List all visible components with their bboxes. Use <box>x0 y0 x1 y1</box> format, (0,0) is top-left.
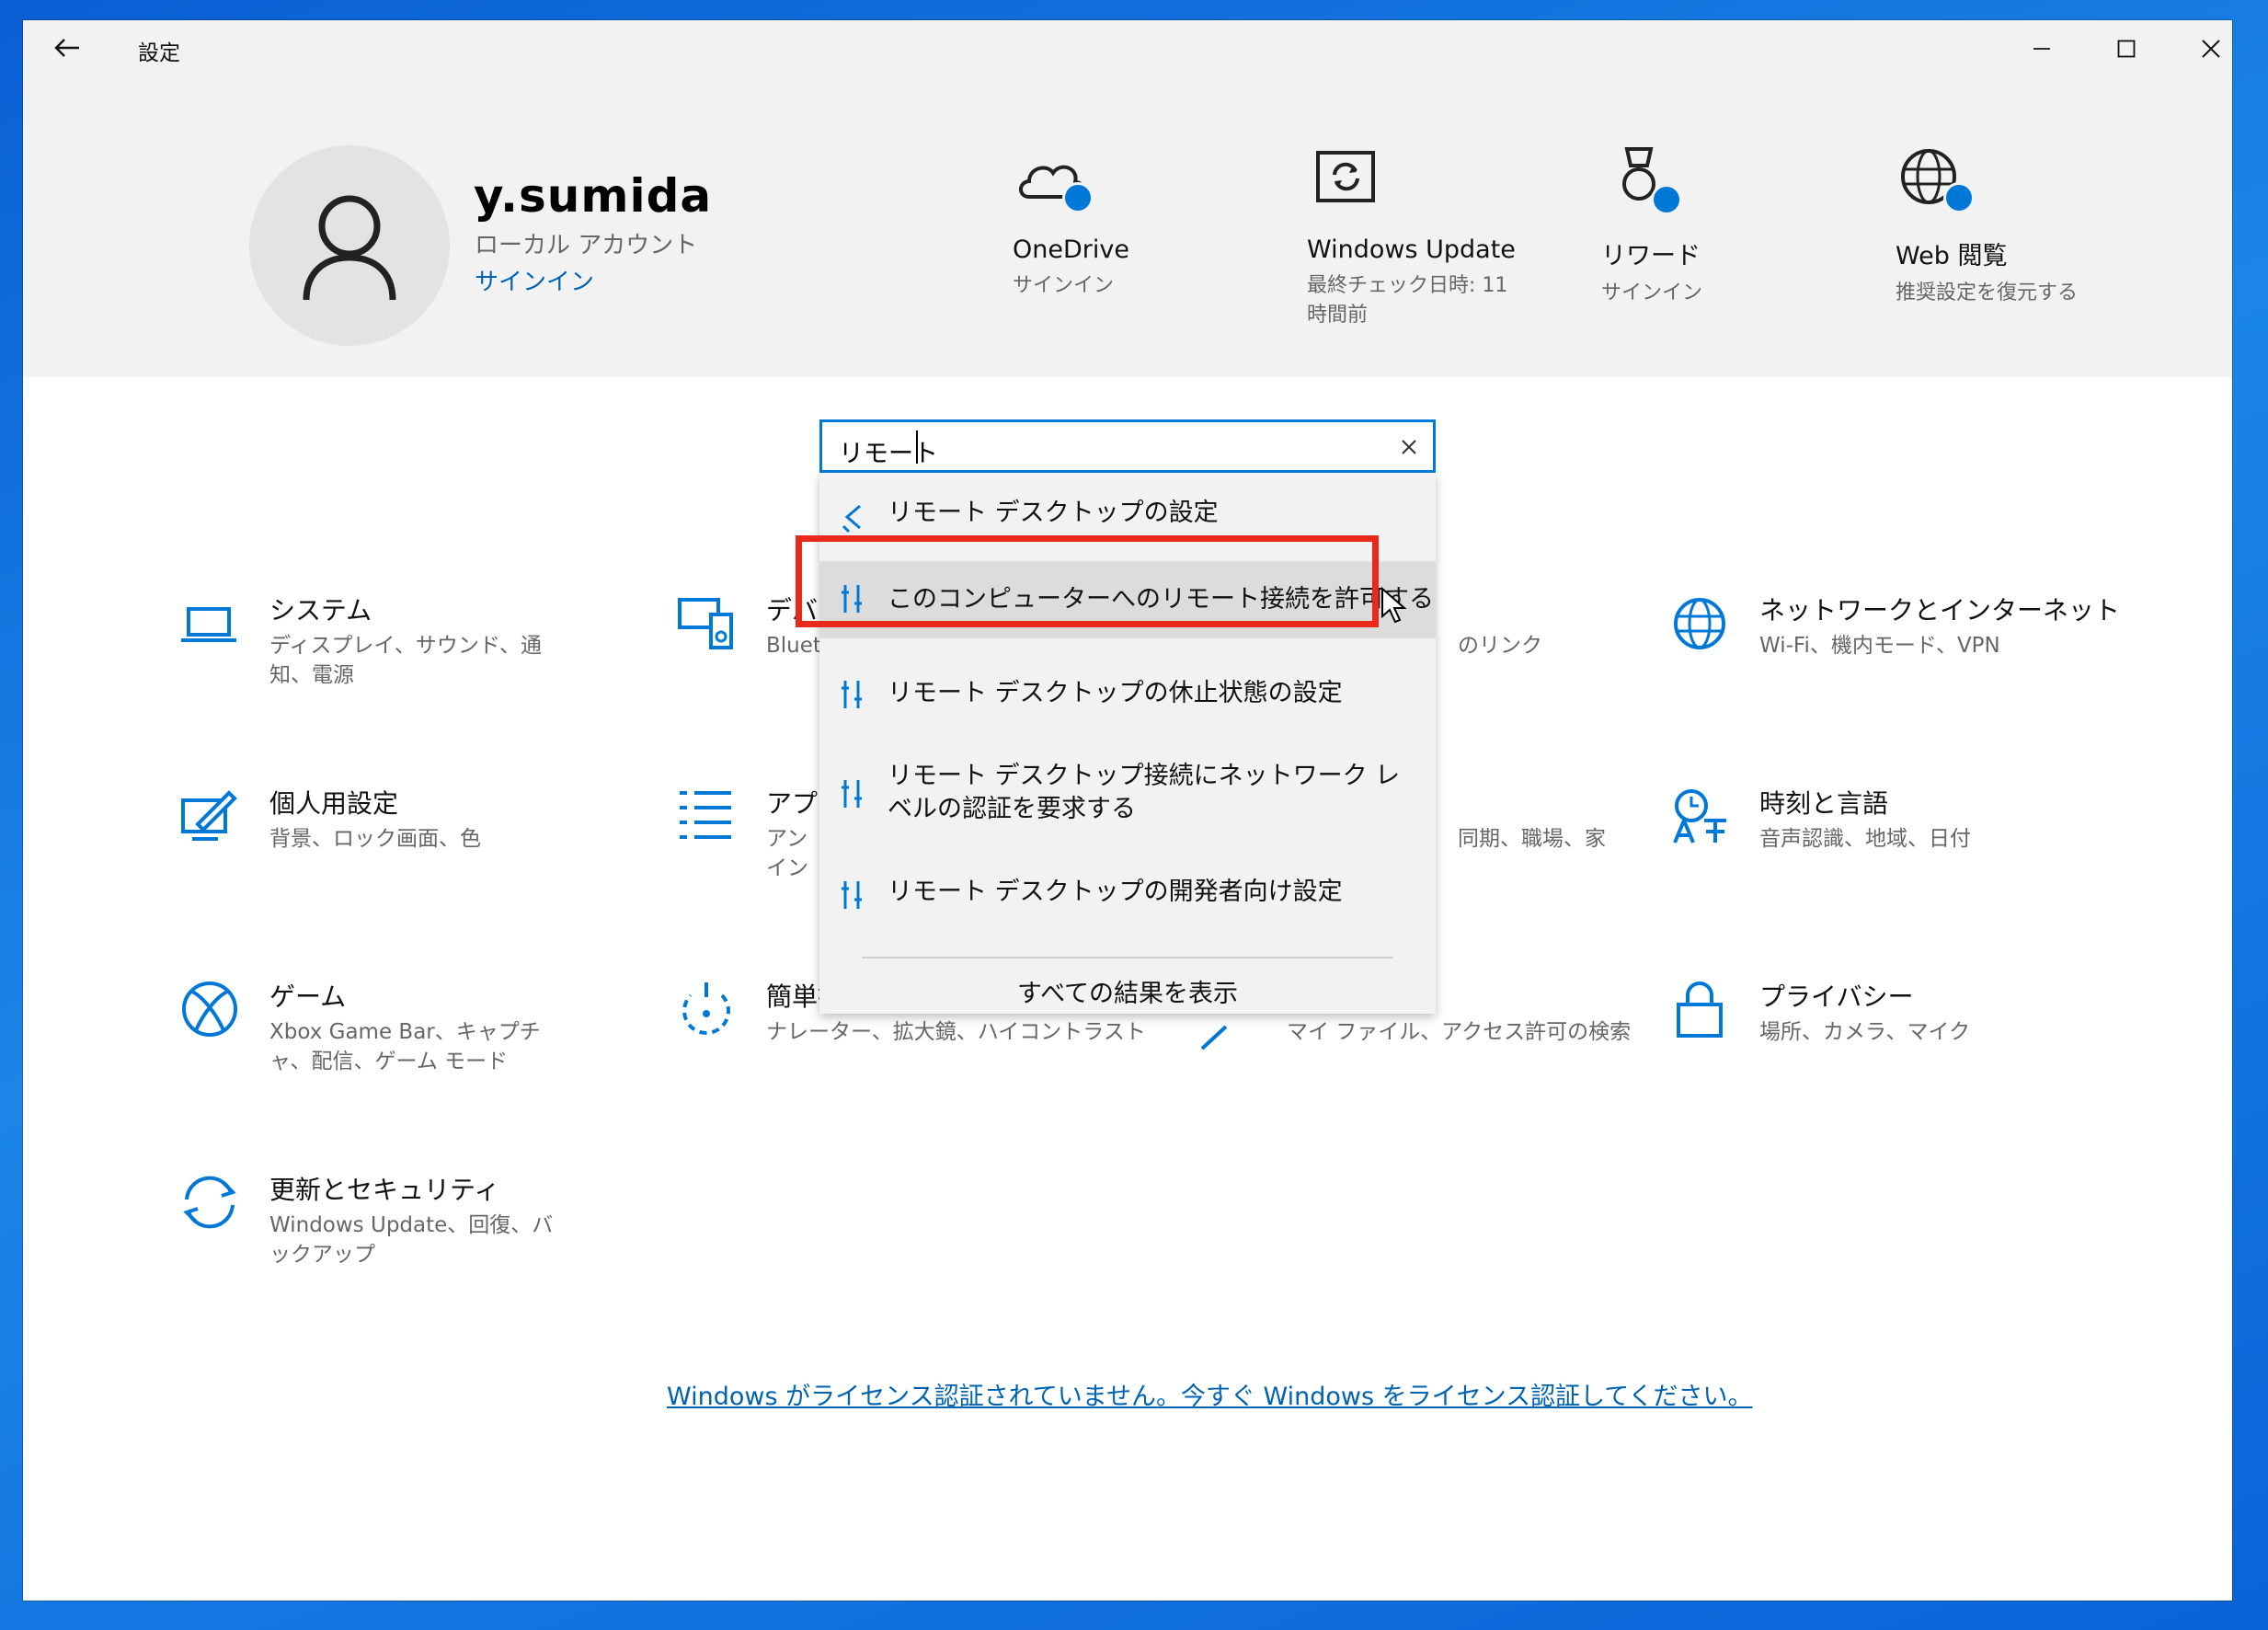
category-description: Wi-Fi、機内モード、VPN <box>1759 634 2000 658</box>
window-title: 設定 <box>138 41 180 65</box>
account-header: y.sumida ローカル アカウント サインイン OneDrive サインイン <box>23 77 2232 377</box>
xbox-icon <box>182 981 237 1037</box>
category-title: プライバシー <box>1759 981 1914 1012</box>
avatar[interactable] <box>249 145 450 346</box>
status-dot <box>1943 182 1975 213</box>
settings-tool-icon <box>842 681 862 708</box>
user-icon <box>303 195 396 301</box>
windows-update-tile[interactable]: Windows Update 最終チェック日時: 11 時間前 <box>1307 142 1518 330</box>
search-result-item[interactable]: リモート デスクトップ接続にネットワーク レベルの認証を要求する <box>819 760 1436 833</box>
search-result-item[interactable]: リモート デスクトップの開発者向け設定 <box>819 876 1436 918</box>
status-dot <box>1062 182 1094 213</box>
divider <box>862 957 1393 958</box>
search-result-label: リモート デスクトップの設定 <box>888 499 1219 527</box>
windows-update-icon <box>1316 151 1375 202</box>
back-arrow-icon <box>54 39 79 57</box>
personalization-icon <box>181 790 237 841</box>
category-title: システム <box>269 595 372 626</box>
search-result-item[interactable]: リモート デスクトップの設定 <box>819 497 1436 539</box>
tile-subtitle: サインイン <box>1601 281 1703 304</box>
user-name: y.sumida <box>474 169 713 223</box>
maximize-button[interactable] <box>2085 20 2168 77</box>
category-description: Bluetooth <box>766 634 821 658</box>
laptop-icon <box>181 607 236 642</box>
network-globe-icon <box>1674 598 1725 649</box>
category-description: Xbox Game Bar、キャプチャ、配信、ゲーム モード <box>269 1020 541 1073</box>
category-description: アンインストール の既定 <box>766 827 808 880</box>
back-button[interactable] <box>46 29 88 66</box>
close-icon <box>2202 40 2220 58</box>
user-signin-link[interactable]: サインイン <box>475 263 594 297</box>
category-title: アプリ <box>766 788 821 819</box>
remote-desktop-icon <box>842 504 861 534</box>
tile-title: OneDrive <box>1013 235 1129 264</box>
tile-title: Windows Update <box>1307 235 1516 264</box>
time-language-icon <box>1673 789 1726 844</box>
category-title: 個人用設定 <box>269 788 399 819</box>
tile-title: リワード <box>1601 242 1701 270</box>
search-input[interactable]: リモート <box>819 419 1436 473</box>
rewards-tile[interactable]: リワード サインイン <box>1601 142 1702 308</box>
category-description: ナレーター、拡大鏡、ハイコントラスト <box>766 1020 1146 1044</box>
mouse-pointer-icon <box>1381 587 1407 624</box>
tile-title: Web 閲覧 <box>1896 242 2008 270</box>
activation-link[interactable]: Windows がライセンス認証されていません。今すぐ Windows をライセ… <box>667 1376 1752 1412</box>
account-type: ローカル アカウント <box>475 232 698 259</box>
category-title: 簡単操作 <box>766 981 821 1012</box>
category-description: マイ ファイル、アクセス許可の検索 <box>1287 1020 1632 1044</box>
search-result-label: リモート デスクトップ接続にネットワーク レベルの認証を要求する <box>888 762 1401 823</box>
category-title: ネットワークとインターネット <box>1759 595 2121 626</box>
category-title: ゲーム <box>269 981 347 1012</box>
close-button[interactable] <box>2170 20 2252 77</box>
annotation-highlight-box <box>796 535 1379 627</box>
search-input-value: リモート <box>839 440 938 468</box>
close-icon <box>1402 440 1416 454</box>
category-description: 音声認識、地域、日付 <box>1759 827 1971 851</box>
category-description: 背景、ロック画面、色 <box>269 827 481 851</box>
title-bar: 設定 <box>23 20 2232 77</box>
settings-tool-icon <box>842 780 862 808</box>
minimize-button[interactable] <box>2000 20 2083 77</box>
search-result-label: リモート デスクトップの開発者向け設定 <box>888 878 1343 906</box>
minimize-icon <box>2033 48 2050 50</box>
category-title: 時刻と言語 <box>1759 788 1889 819</box>
category-description: 場所、カメラ、マイク <box>1759 1020 1971 1044</box>
search-category-icon <box>1200 1025 1228 1050</box>
onedrive-tile[interactable]: OneDrive サインイン <box>1013 142 1129 301</box>
category-title: 更新とセキュリティ <box>269 1175 500 1205</box>
clear-search-button[interactable] <box>1396 434 1422 460</box>
ease-of-access-icon <box>682 982 730 1035</box>
tile-subtitle: 推奨設定を復元する <box>1896 281 2079 304</box>
category-description: ディスプレイ、サウンド、通知、電源 <box>269 634 543 687</box>
apps-icon <box>680 791 731 839</box>
tile-subtitle: 最終チェック日時: 11 時間前 <box>1307 274 1508 327</box>
text-caret <box>916 430 918 464</box>
settings-window: 設定 y.sumida ローカル アカウント サインイン OneDrive サイ… <box>23 20 2232 1601</box>
search-result-label: リモート デスクトップの休止状態の設定 <box>888 679 1343 707</box>
status-dot <box>1651 184 1682 215</box>
category-description: Windows Update、回復、バックアップ <box>269 1213 554 1267</box>
tile-subtitle: サインイン <box>1013 274 1115 297</box>
maximize-icon <box>2117 40 2136 58</box>
web-browsing-tile[interactable]: Web 閲覧 推奨設定を復元する <box>1896 142 2078 308</box>
update-security-icon <box>183 1176 236 1229</box>
show-all-results-button[interactable]: すべての結果を表示 <box>819 973 1436 1009</box>
devices-icon <box>678 598 733 649</box>
settings-tool-icon <box>842 881 862 909</box>
lock-icon <box>1677 981 1723 1038</box>
search-result-item[interactable]: リモート デスクトップの休止状態の設定 <box>819 677 1436 719</box>
